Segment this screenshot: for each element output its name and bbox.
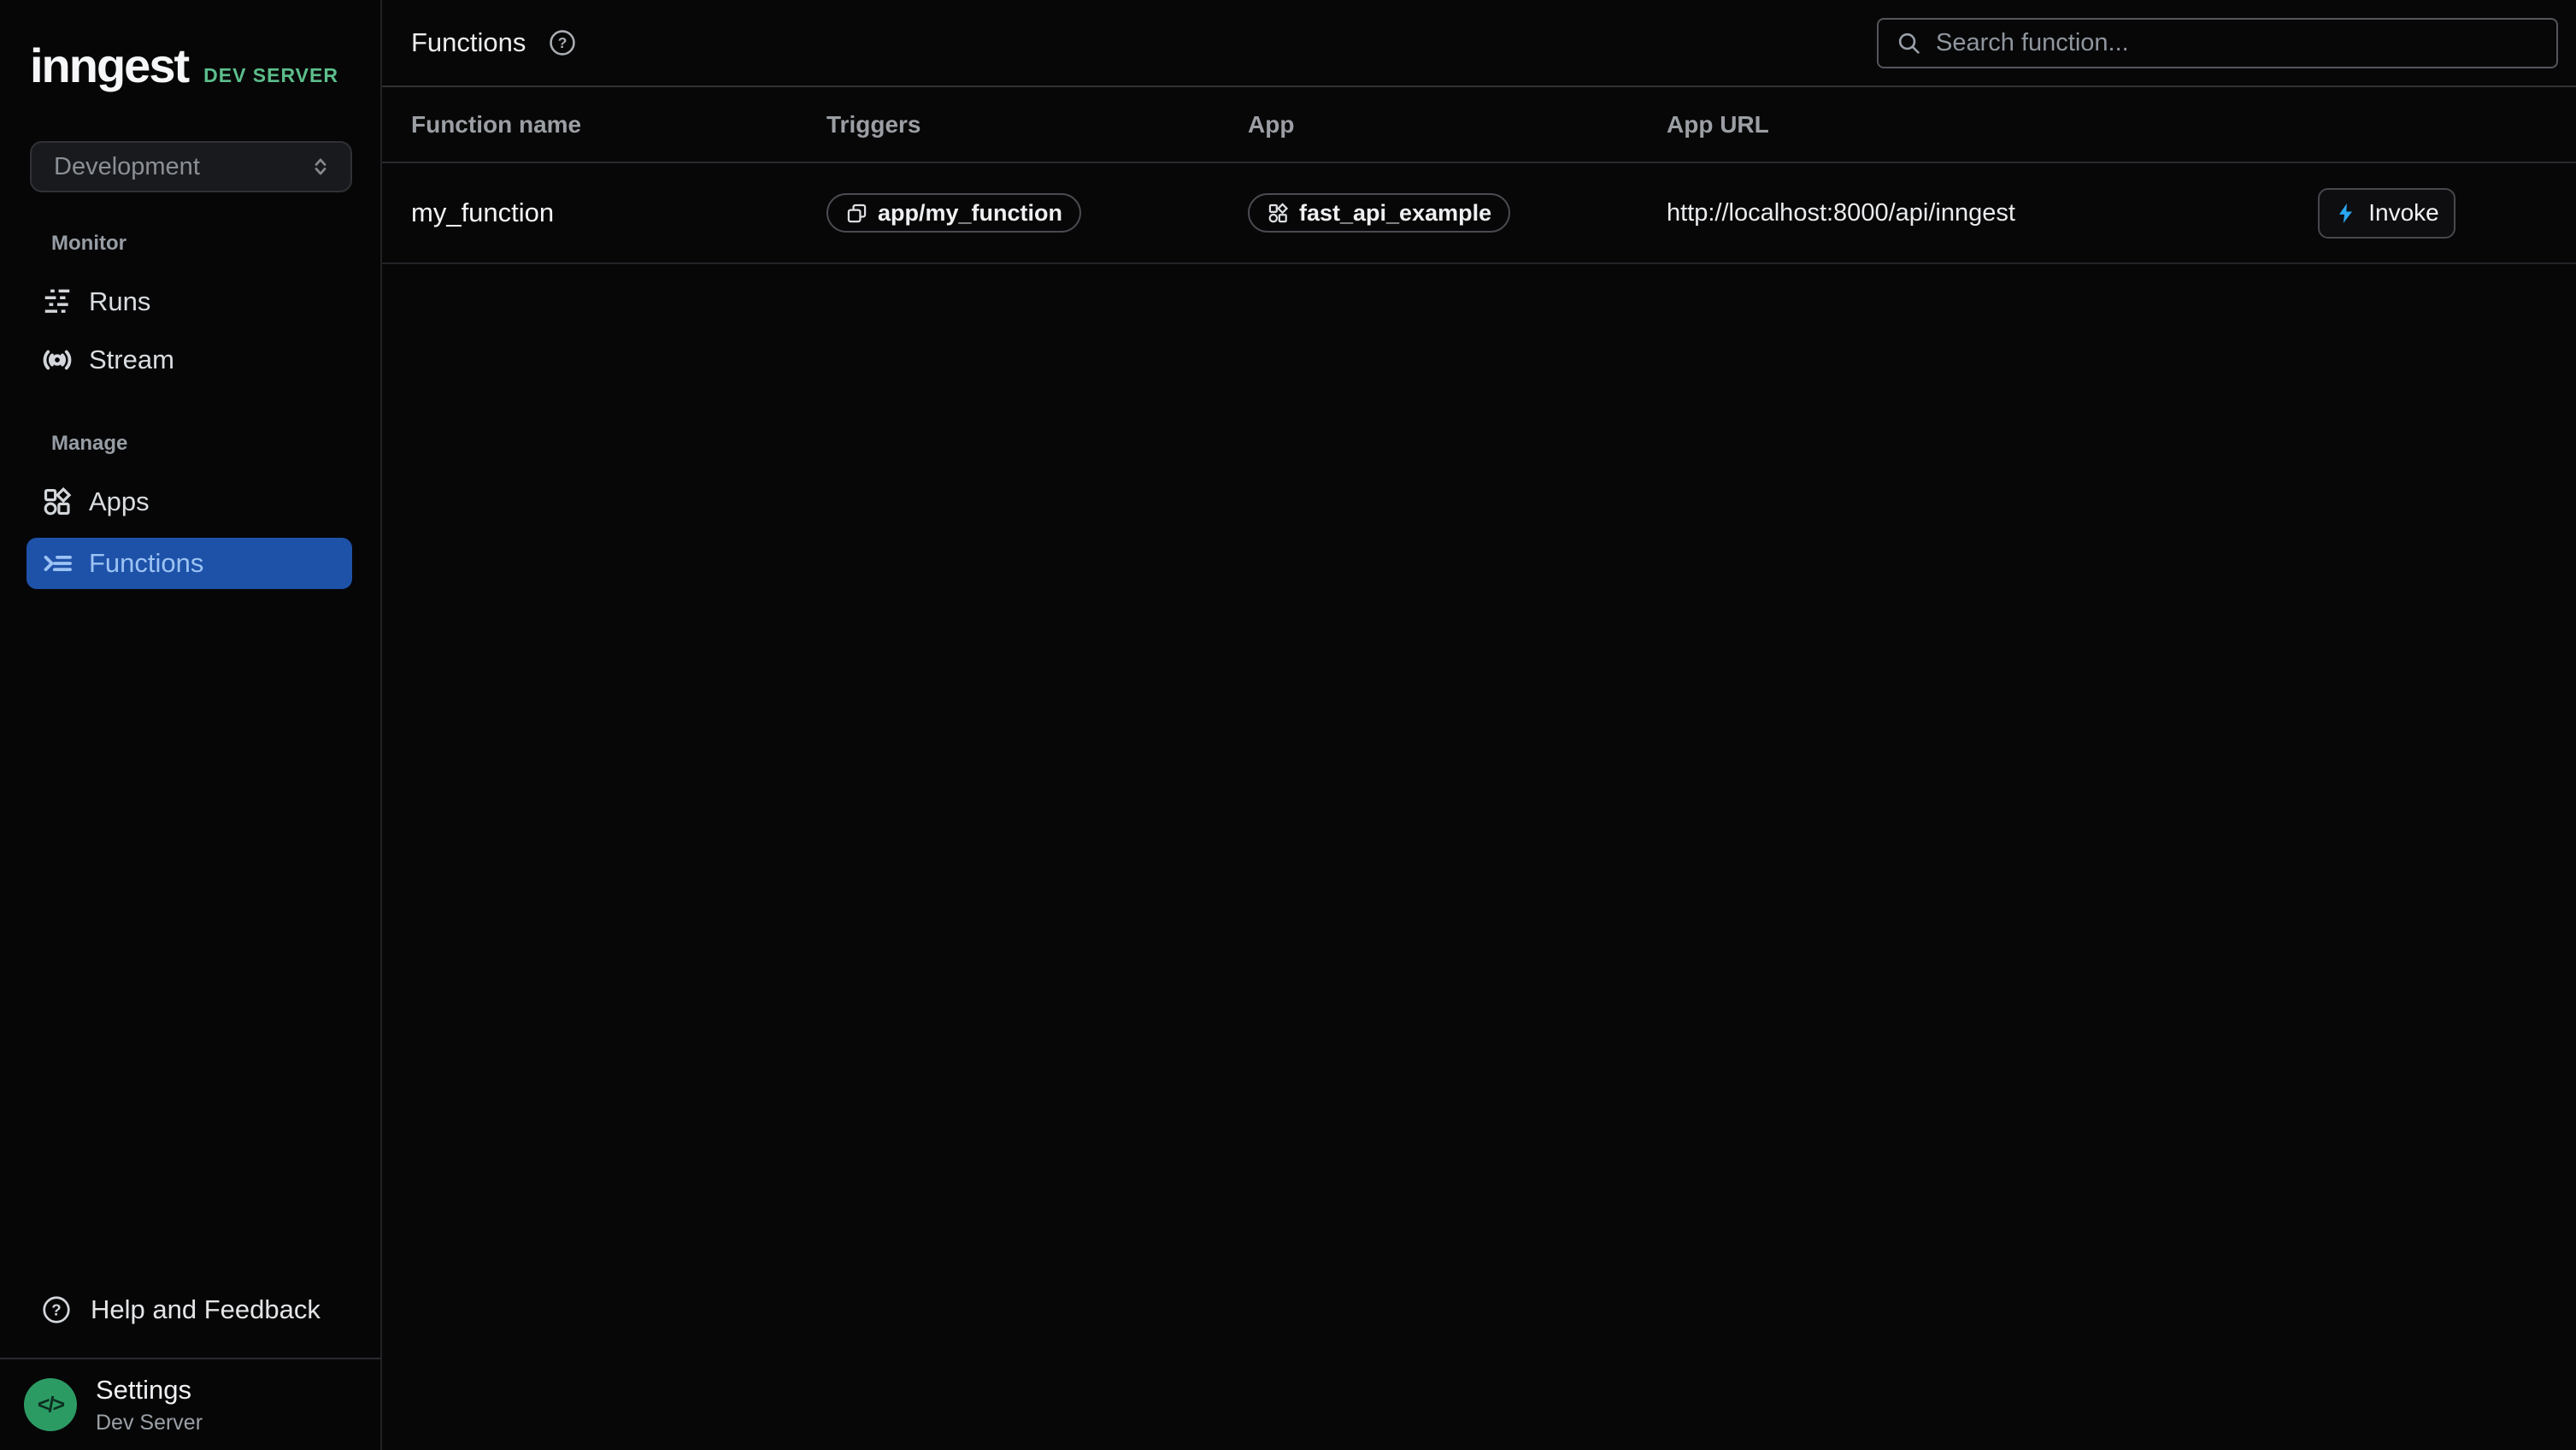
column-header-triggers: Triggers bbox=[826, 111, 1248, 139]
function-name-link[interactable]: my_function bbox=[411, 197, 554, 227]
dev-server-badge: DEV SERVER bbox=[203, 64, 338, 87]
column-header-app: App bbox=[1248, 111, 1667, 139]
monitor-nav-list: Runs Stream bbox=[0, 269, 380, 392]
table-row: my_function app/my_function bbox=[382, 163, 2576, 264]
invoke-button-label: Invoke bbox=[2368, 199, 2439, 227]
apps-icon bbox=[1267, 202, 1290, 225]
sidebar-item-label: Functions bbox=[89, 548, 203, 579]
code-icon: </> bbox=[38, 1393, 63, 1418]
app-badge[interactable]: fast_api_example bbox=[1248, 193, 1510, 233]
sidebar-item-functions[interactable]: Functions bbox=[26, 538, 352, 589]
settings-label: Settings bbox=[96, 1375, 203, 1406]
search-input[interactable] bbox=[1936, 29, 2539, 57]
sidebar-item-apps[interactable]: Apps bbox=[0, 476, 380, 528]
help-and-feedback[interactable]: ? Help and Feedback bbox=[0, 1279, 380, 1341]
function-search bbox=[1877, 18, 2558, 68]
sidebar-section-manage: Manage bbox=[51, 432, 380, 456]
svg-text:?: ? bbox=[558, 34, 568, 51]
runs-icon bbox=[41, 286, 74, 318]
svg-text:?: ? bbox=[51, 1300, 61, 1318]
help-circle-icon: ? bbox=[41, 1294, 72, 1325]
dev-server-avatar: </> bbox=[24, 1378, 77, 1431]
environment-selector[interactable]: Development bbox=[30, 141, 352, 192]
sidebar: inngest DEV SERVER Development Monitor bbox=[0, 0, 382, 1450]
event-icon bbox=[845, 202, 868, 225]
trigger-badge[interactable]: app/my_function bbox=[826, 193, 1081, 233]
sidebar-section-monitor: Monitor bbox=[51, 232, 380, 256]
chevron-up-down-icon bbox=[308, 154, 333, 180]
brand-logo: inngest DEV SERVER bbox=[30, 38, 380, 93]
sidebar-item-label: Stream bbox=[89, 345, 174, 375]
apps-icon bbox=[41, 486, 74, 518]
inngest-logo: inngest bbox=[30, 38, 188, 93]
sidebar-item-runs[interactable]: Runs bbox=[0, 276, 380, 327]
sidebar-bottom: ? Help and Feedback </> Settings Dev Ser… bbox=[0, 1279, 380, 1450]
sidebar-item-label: Runs bbox=[89, 286, 150, 317]
main-content: Functions ? Function name Triggers App bbox=[382, 0, 2576, 1450]
settings-button[interactable]: </> Settings Dev Server bbox=[0, 1359, 380, 1450]
sidebar-item-stream[interactable]: Stream bbox=[0, 334, 380, 386]
stream-icon bbox=[41, 344, 74, 376]
search-icon bbox=[1896, 30, 1922, 56]
manage-nav-list: Apps Functions bbox=[0, 469, 380, 589]
app-badge-label: fast_api_example bbox=[1299, 200, 1491, 227]
help-label: Help and Feedback bbox=[91, 1294, 321, 1325]
invoke-button[interactable]: Invoke bbox=[2318, 188, 2455, 239]
column-header-app-url: App URL bbox=[1667, 111, 2576, 139]
environment-selector-value: Development bbox=[54, 153, 308, 181]
sidebar-item-label: Apps bbox=[89, 486, 150, 517]
page-title: Functions bbox=[411, 27, 526, 58]
functions-table-header: Function name Triggers App App URL bbox=[382, 87, 2576, 163]
lightning-bolt-icon bbox=[2334, 202, 2357, 225]
trigger-badge-label: app/my_function bbox=[878, 200, 1062, 227]
functions-icon bbox=[41, 547, 74, 580]
settings-sublabel: Dev Server bbox=[96, 1411, 203, 1435]
column-header-function-name: Function name bbox=[411, 111, 826, 139]
inngest-dev-server-app: inngest DEV SERVER Development Monitor bbox=[0, 0, 2576, 1450]
empty-table-area bbox=[382, 264, 2576, 1450]
page-help-icon[interactable]: ? bbox=[548, 28, 577, 57]
page-header: Functions ? bbox=[382, 0, 2576, 87]
app-url: http://localhost:8000/api/inngest bbox=[1667, 199, 2015, 227]
